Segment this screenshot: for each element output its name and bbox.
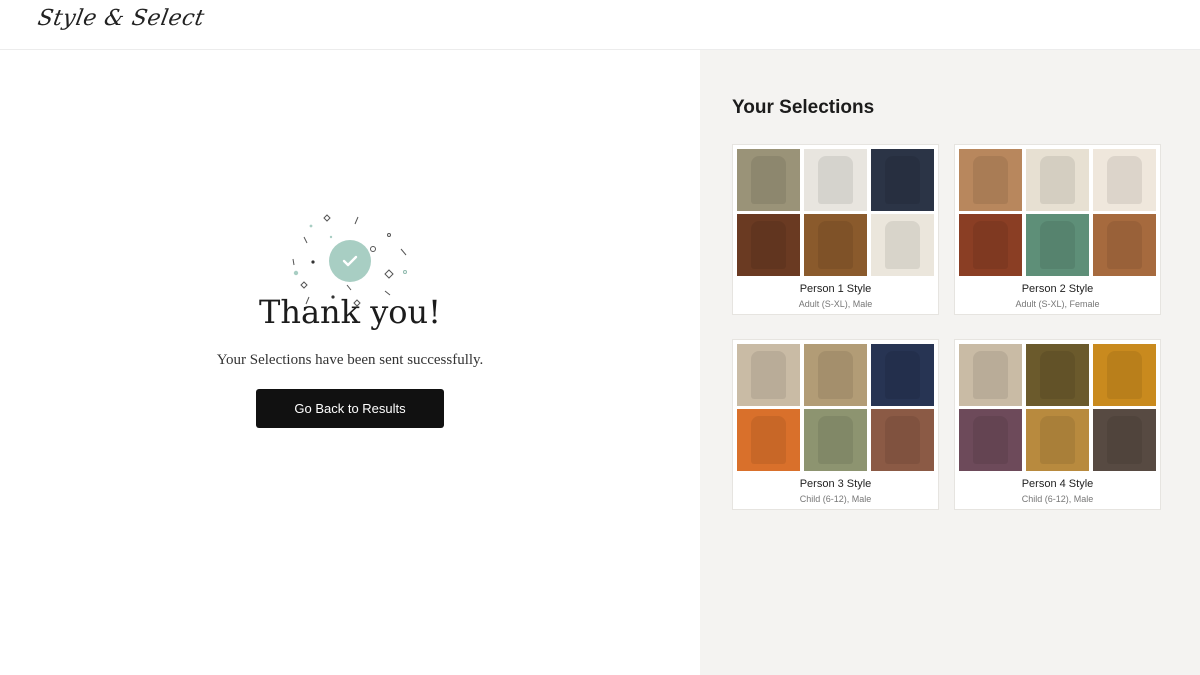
- tan-jumpsuit-image: [959, 149, 1022, 211]
- selections-panel: Your Selections Person 1 Style Adult (S-…: [700, 50, 1200, 675]
- navy-jeans-image: [871, 344, 934, 406]
- beige-sweater-image: [959, 344, 1022, 406]
- card-subtitle: Adult (S-XL), Male: [798, 299, 873, 309]
- olive-shirt-image: [737, 149, 800, 211]
- green-skirt-image: [1026, 214, 1089, 276]
- beige-sweater-image: [737, 344, 800, 406]
- card-subtitle: Child (6-12), Male: [799, 494, 872, 504]
- white-henley-image: [804, 149, 867, 211]
- thank-you-heading: Thank you!: [258, 293, 441, 331]
- striped-shirt-image: [871, 214, 934, 276]
- tan-shorts-image: [1026, 409, 1089, 471]
- olive-cardigan-image: [1026, 344, 1089, 406]
- mustard-pants-image: [1093, 344, 1156, 406]
- card-title: Person 2 Style: [1021, 283, 1094, 295]
- outfit-grid: [737, 344, 934, 471]
- outfit-grid: [737, 149, 934, 276]
- brand-logo[interactable]: Style & Select: [36, 6, 207, 31]
- selection-card-person-1[interactable]: Person 1 Style Adult (S-XL), Male: [732, 144, 939, 315]
- confirmation-panel: Thank you! Your Selections have been sen…: [0, 50, 700, 675]
- khaki-shorts-image: [804, 344, 867, 406]
- card-subtitle: Adult (S-XL), Female: [1015, 299, 1100, 309]
- navy-jeans-image: [871, 149, 934, 211]
- selection-card-person-2[interactable]: Person 2 Style Adult (S-XL), Female: [954, 144, 1161, 315]
- card-title: Person 3 Style: [799, 478, 872, 490]
- go-back-to-results-button[interactable]: Go Back to Results: [256, 389, 444, 428]
- plum-top-image: [959, 409, 1022, 471]
- orange-tee-image: [737, 409, 800, 471]
- success-message: Your Selections have been sent successfu…: [216, 352, 484, 368]
- rust-dress-image: [959, 214, 1022, 276]
- cream-outfit-image: [1026, 149, 1089, 211]
- selections-title: Your Selections: [732, 97, 875, 118]
- card-subtitle: Child (6-12), Male: [1021, 494, 1094, 504]
- green-pants-image: [804, 409, 867, 471]
- brown-longsleeve-image: [1093, 409, 1156, 471]
- selection-card-person-4[interactable]: Person 4 Style Child (6-12), Male: [954, 339, 1161, 510]
- selection-card-person-3[interactable]: Person 3 Style Child (6-12), Male: [732, 339, 939, 510]
- cream-top-image: [1093, 149, 1156, 211]
- card-title: Person 4 Style: [1021, 478, 1094, 490]
- brown-jacket-image: [737, 214, 800, 276]
- brown-boots-image: [804, 214, 867, 276]
- outfit-grid: [959, 149, 1156, 276]
- plaid-shirt-image: [871, 409, 934, 471]
- rust-maxi-image: [1093, 214, 1156, 276]
- outfit-grid: [959, 344, 1156, 471]
- success-check-icon: [329, 240, 371, 282]
- top-header: Style & Select: [0, 0, 1200, 50]
- card-title: Person 1 Style: [799, 283, 872, 295]
